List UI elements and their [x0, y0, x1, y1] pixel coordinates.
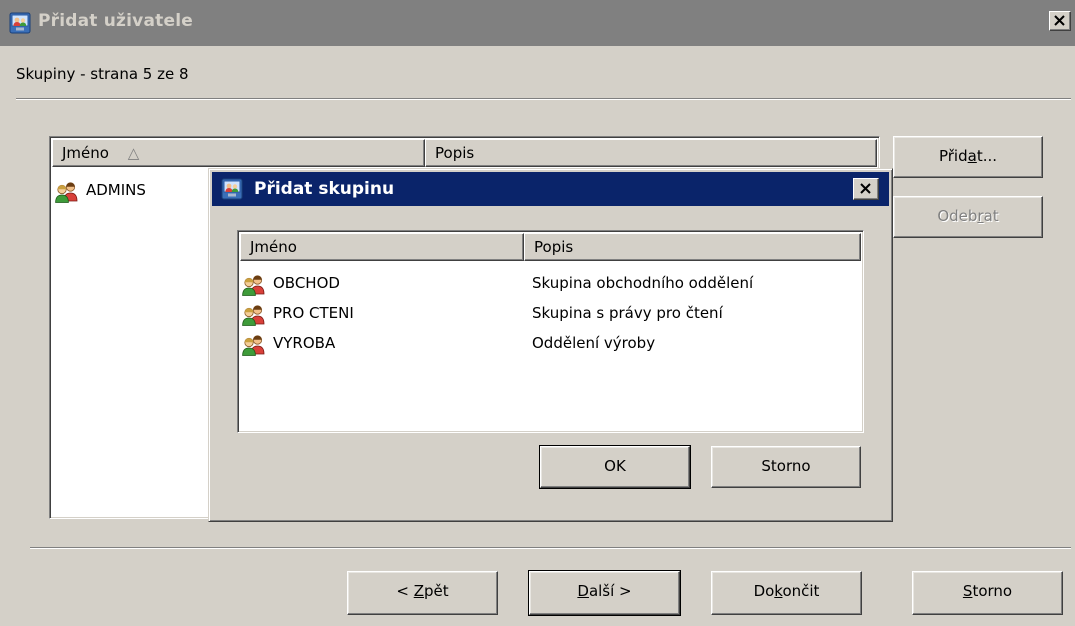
list-item-name: VYROBA [273, 334, 336, 352]
list-item-description: Skupina obchodního oddělení [532, 274, 754, 292]
back-button-label-rest: pět [423, 582, 449, 600]
close-icon [860, 183, 871, 194]
dialog-group-list[interactable]: Jméno Popis OBCHOD Skupina obchodního od… [237, 230, 864, 433]
cancel-button-accel: S [962, 582, 973, 600]
bottom-divider [30, 547, 1071, 549]
remove-button-label-rest: at [983, 207, 999, 225]
finish-button-label-rest: ončit [782, 582, 820, 600]
group-icon [242, 274, 266, 296]
column-header-label: Jméno [62, 144, 109, 162]
back-button[interactable]: < Zpět [347, 571, 498, 615]
dialog-column-header-name[interactable]: Jméno [240, 233, 524, 261]
dialog-cancel-button[interactable]: Storno [711, 446, 861, 488]
list-item-name: PRO CTENI [273, 304, 354, 322]
ok-button-label: OK [604, 457, 626, 475]
dialog-cancel-button-label: Storno [761, 457, 811, 475]
window-title: Přidat uživatele [38, 11, 193, 31]
ok-button[interactable]: OK [539, 445, 691, 489]
dialog-app-icon [221, 178, 243, 200]
sort-ascending-icon: △ [127, 144, 140, 162]
add-button-label-rest: t... [976, 147, 998, 165]
top-divider [16, 98, 1071, 100]
next-button[interactable]: Další > [528, 570, 681, 616]
column-header-label: Jméno [250, 238, 297, 256]
group-icon [55, 181, 79, 203]
back-button-accel: Z [413, 582, 424, 600]
list-item[interactable]: VYROBA Oddělení výroby [242, 332, 857, 358]
column-header-label: Popis [534, 238, 574, 256]
cancel-button[interactable]: Storno [912, 571, 1063, 615]
dialog-titlebar: Přidat skupinu [212, 172, 889, 206]
column-header-label: Popis [435, 144, 475, 162]
group-icon [242, 334, 266, 356]
close-icon [1054, 15, 1065, 26]
column-header-name[interactable]: Jméno △ [52, 139, 425, 167]
add-button-label: Přid [938, 147, 968, 165]
next-button-accel: D [577, 582, 589, 600]
group-icon [242, 304, 266, 326]
add-button[interactable]: Přidat... [893, 136, 1043, 178]
window-titlebar: Přidat uživatele [0, 0, 1075, 46]
dialog-title: Přidat skupinu [254, 179, 395, 199]
dialog-column-header-description[interactable]: Popis [524, 233, 861, 261]
cancel-button-label-rest: torno [972, 582, 1013, 600]
remove-button[interactable]: Odebrat [893, 196, 1043, 238]
next-button-label-rest: alší > [588, 582, 632, 600]
list-item-name: OBCHOD [273, 274, 340, 292]
dialog-close-button[interactable] [853, 178, 879, 200]
finish-button[interactable]: Dokončit [711, 571, 862, 615]
remove-button-label: Odeb [937, 207, 978, 225]
add-button-accel: a [967, 147, 977, 165]
list-item-name: ADMINS [86, 181, 146, 199]
list-item[interactable]: OBCHOD Skupina obchodního oddělení [242, 272, 857, 298]
finish-button-label: Do [753, 582, 775, 600]
app-icon [9, 12, 31, 34]
back-button-label: < [396, 582, 414, 600]
add-group-dialog: Přidat skupinu Jméno Popis OBCHOD Skupin… [208, 168, 893, 522]
page-subtitle: Skupiny - strana 5 ze 8 [16, 65, 189, 83]
list-item[interactable]: PRO CTENI Skupina s právy pro čtení [242, 302, 857, 328]
list-item-description: Oddělení výroby [532, 334, 656, 352]
close-button[interactable] [1049, 11, 1071, 31]
list-item-description: Skupina s právy pro čtení [532, 304, 723, 322]
column-header-description[interactable]: Popis [425, 139, 877, 167]
